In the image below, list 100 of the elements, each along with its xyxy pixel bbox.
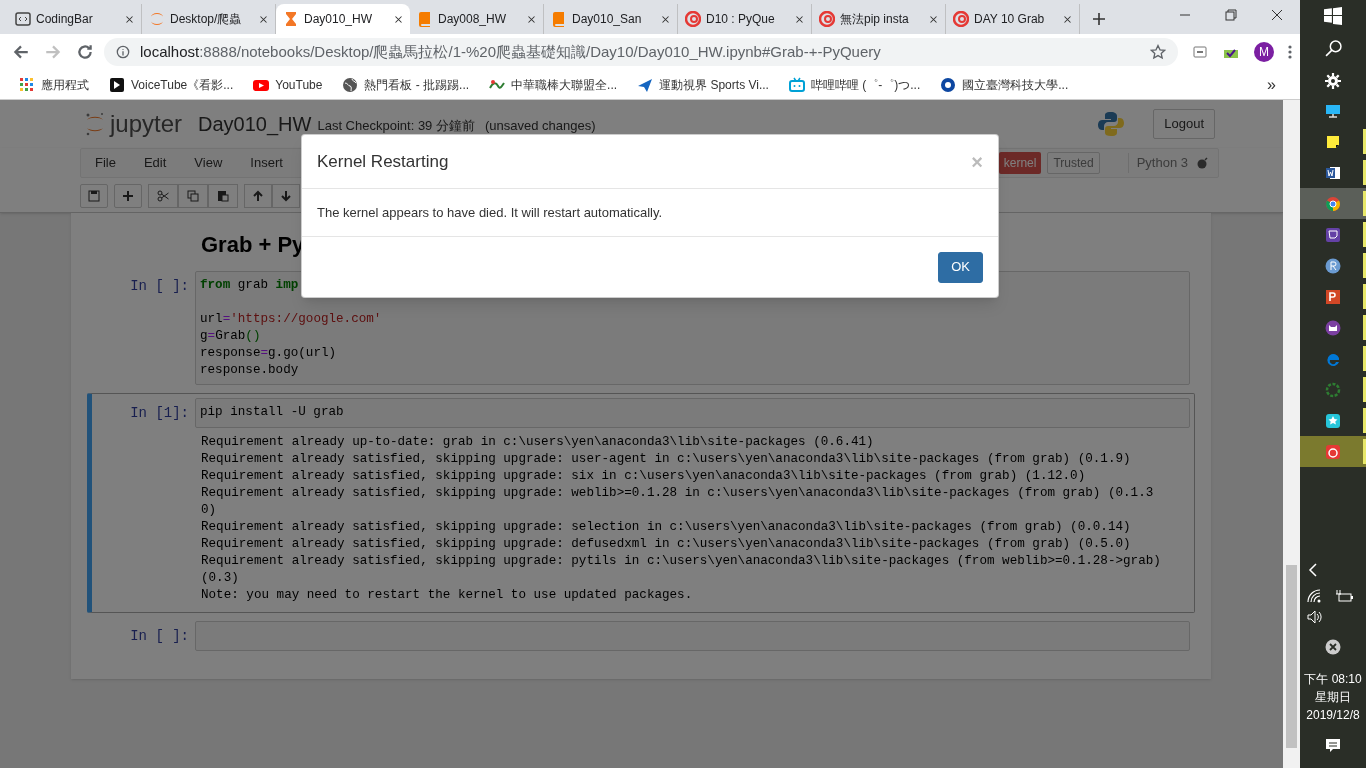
globe-icon	[342, 76, 359, 93]
notebook-title[interactable]: Day010_HW	[198, 109, 312, 139]
menu-item[interactable]: Insert	[236, 153, 297, 173]
move-up-icon[interactable]	[244, 184, 272, 208]
info-icon	[116, 45, 130, 59]
clock-time[interactable]: 下午 08:10	[1304, 670, 1362, 688]
bookmark[interactable]: VoiceTube《看影...	[104, 72, 239, 97]
play-icon	[109, 76, 125, 93]
notification-clear-icon[interactable]	[1325, 639, 1341, 655]
swirl-icon	[819, 11, 835, 27]
output-line: Requirement already satisfied, skipping upgrade: selection in c:\users\yen\anaconda3\lib\site-packages (from grab) (0.0.14)	[201, 519, 1132, 536]
close-icon	[661, 14, 670, 24]
clock-weekday[interactable]: 星期日	[1315, 688, 1351, 706]
book-icon	[417, 11, 433, 27]
back-icon[interactable]	[12, 43, 30, 61]
kernel-busy-icon	[1196, 157, 1208, 169]
slides-app-icon	[1325, 288, 1341, 305]
output-line: Requirement already satisfied, skipping upgrade: six in c:\users\yen\anaconda3\lib\site-packages (from grab) (1.12.0)	[201, 468, 1087, 485]
bookmark[interactable]: 哔哩哔哩 (゜-゜)つ...	[783, 72, 926, 97]
windows-start-icon[interactable]	[1324, 7, 1342, 25]
bookmark[interactable]: 國立臺灣科技大學...	[935, 72, 1074, 97]
notebook-cell[interactable]: In [ ]:	[87, 616, 1195, 656]
document-app-icon	[1325, 164, 1341, 181]
output-line: Requirement already up-to-date: grab in c:\users\yen\anaconda3\lib\site-packages (0.6.41)	[201, 434, 875, 451]
notebook-cell[interactable]	[87, 393, 1195, 613]
wifi-icon[interactable]	[1307, 589, 1323, 603]
menu-item[interactable]: File	[81, 153, 130, 173]
reload-icon[interactable]	[76, 43, 94, 61]
code-input[interactable]	[195, 621, 1190, 651]
profile-avatar[interactable]: M	[1254, 42, 1274, 62]
clock-date[interactable]: 2019/12/8	[1306, 706, 1360, 724]
bookmark[interactable]: 應用程式	[14, 72, 94, 97]
close-icon	[527, 14, 536, 24]
arcs-icon	[149, 11, 165, 27]
dialog-message: The kernel appears to have died. It will restart automatically.	[317, 203, 663, 222]
bookmark[interactable]: 熱門看板 - 批踢踢...	[337, 72, 475, 97]
output-line: Requirement already satisfied, skipping upgrade: defusedxml in c:\users\yen\anaconda3\lib\site-packages (from grab) (0.5.0)	[201, 536, 1132, 553]
sticky-note-icon	[1325, 133, 1341, 150]
output-line: (0.3)	[201, 570, 240, 587]
settings-icon[interactable]	[1325, 73, 1341, 89]
search-icon[interactable]	[1324, 40, 1342, 57]
cell-prompt: In [ ]:	[129, 277, 190, 296]
browser-app-icon	[1325, 195, 1341, 212]
cat-face-icon	[1325, 319, 1341, 336]
kernel-status-badge: kernel	[998, 152, 1042, 174]
bookmark[interactable]: 運動視界 Sports Vi...	[632, 72, 774, 97]
cell-prompt: In [ ]:	[129, 627, 190, 646]
apps-grid-icon	[19, 76, 35, 93]
kernel-name: Python 3	[1136, 154, 1188, 173]
menu-icon[interactable]	[1288, 44, 1292, 60]
address-bar[interactable]: localhost:8888/notebooks/Desktop/爬蟲馬拉松/1-%20爬蟲基礎知識/Day10/Day010_HW.ipynb#Grab-+-PyQuery	[104, 38, 1178, 66]
volume-icon[interactable]	[1307, 610, 1323, 624]
more-bookmarks[interactable]: »	[1267, 72, 1276, 97]
paste-icon[interactable]	[208, 184, 238, 208]
browser-tab[interactable]: Day010_HW	[276, 4, 410, 34]
output-line: Note: you may need to restart the kernel to use updated packages.	[201, 587, 694, 604]
r-app-icon	[1325, 257, 1341, 274]
close-icon	[259, 14, 268, 24]
dialog-title: Kernel Restarting	[317, 150, 449, 173]
menu-item[interactable]: View	[180, 153, 237, 173]
page-scrollbar[interactable]	[1283, 100, 1300, 768]
cut-icon[interactable]	[148, 184, 178, 208]
action-center-icon[interactable]	[1325, 738, 1341, 754]
move-down-icon[interactable]	[272, 184, 300, 208]
bookmark[interactable]: 中華職棒大聯盟全...	[484, 72, 623, 97]
close-icon	[1063, 14, 1072, 24]
monitor-icon	[1325, 102, 1341, 119]
close-icon	[795, 14, 804, 24]
bookmark[interactable]: YouTube	[248, 72, 328, 97]
autosave-status: (unsaved changes)	[484, 117, 596, 136]
output-line: 0)	[201, 502, 218, 519]
star-app-icon	[1325, 412, 1341, 429]
hourglass-icon	[283, 11, 299, 27]
chat-app-icon	[1325, 226, 1341, 243]
output-line: Requirement already satisfied, skipping upgrade: pytils in c:\users\yen\anaconda3\lib\site-packages (from weblib>=0.1.28->grab)	[201, 553, 1162, 570]
output-line: Requirement already satisfied, skipping upgrade: user-agent in c:\users\yen\anaconda3\lib\site-packages (from grab) (0.1.9)	[201, 451, 1132, 468]
swirl-icon	[953, 11, 969, 27]
dotted-ring-icon	[1325, 381, 1341, 398]
star-icon[interactable]	[1150, 44, 1166, 60]
paper-plane-icon	[637, 76, 654, 93]
tv-icon	[788, 76, 805, 93]
python-logo-icon	[1097, 110, 1126, 138]
new-tab-icon	[1092, 12, 1106, 26]
chevron-left-icon[interactable]	[1308, 563, 1318, 577]
checkpoint-status: Last Checkpoint: 39 分鐘前	[317, 117, 475, 136]
battery-plug-icon[interactable]	[1335, 589, 1353, 603]
cell-prompt: In [1]:	[129, 404, 190, 423]
logout-button[interactable]: Logout	[1153, 109, 1215, 139]
jupyter-wordmark: jupyter	[110, 109, 183, 139]
add-icon[interactable]	[114, 184, 142, 208]
save-icon[interactable]	[80, 184, 108, 208]
url-text: localhost:8888/notebooks/Desktop/爬蟲馬拉松/1-%20爬蟲基礎知識/Day10/Day010_HW.ipynb#Grab-+-PyQuery	[140, 41, 881, 62]
code-input[interactable]: pip install -U grab	[195, 398, 1190, 428]
book-icon	[551, 11, 567, 27]
round-emblem-icon	[940, 76, 957, 93]
output-line: Requirement already satisfied, skipping upgrade: weblib>=0.1.28 in c:\users\yen\anaconda3\lib\site-packages (from grab) (0.1.3	[201, 485, 1155, 502]
close-icon	[394, 14, 403, 24]
menu-item[interactable]: Edit	[129, 153, 181, 173]
ok-button[interactable]: OK	[938, 251, 983, 283]
close-icon	[929, 14, 938, 24]
